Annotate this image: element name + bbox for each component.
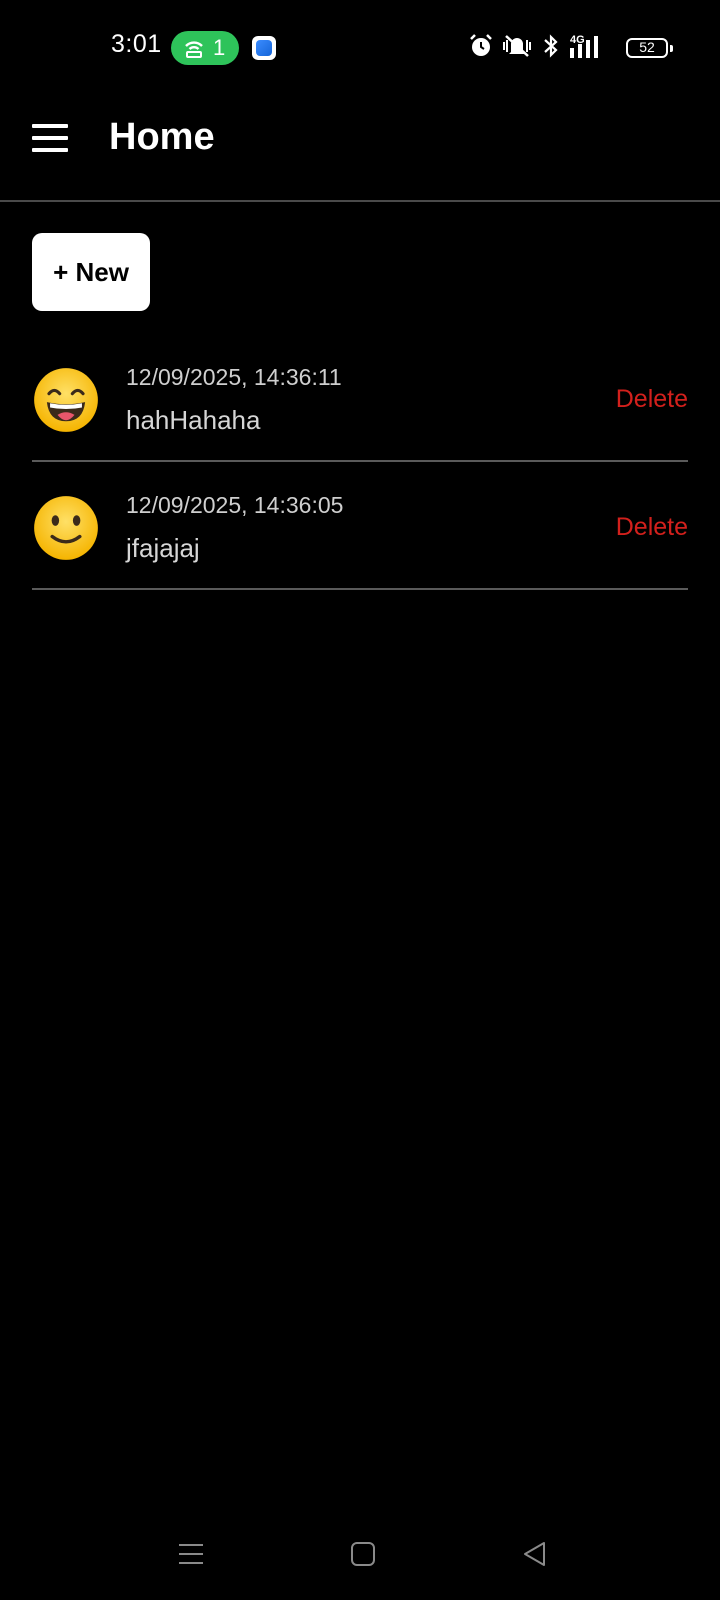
signal-icon: 4G — [570, 34, 598, 58]
app-notification-icon — [252, 36, 276, 60]
hotspot-count: 1 — [213, 35, 226, 60]
alarm-icon — [470, 34, 492, 56]
battery-icon: 52 — [626, 38, 673, 58]
home-icon[interactable] — [349, 1540, 377, 1568]
status-icons: 4G 52 — [468, 32, 673, 64]
vibrate-icon — [503, 35, 531, 57]
delete-button[interactable]: Delete — [616, 385, 688, 414]
entry-timestamp: 12/09/2025, 14:36:05 — [126, 492, 344, 518]
status-time: 3:01 — [111, 30, 162, 58]
battery-level: 52 — [639, 39, 655, 55]
entry-list: 12/09/2025, 14:36:11 hahHahaha Delete 12… — [32, 334, 688, 590]
slightly-smiling-face-icon — [34, 496, 98, 560]
list-item[interactable]: 12/09/2025, 14:36:11 hahHahaha Delete — [32, 334, 688, 462]
bluetooth-icon — [544, 34, 558, 58]
entry-timestamp: 12/09/2025, 14:36:11 — [126, 364, 342, 390]
network-type: 4G — [570, 34, 585, 46]
grinning-face-icon — [34, 368, 98, 432]
status-bar: 3:01 1 4G 52 — [0, 0, 720, 96]
recents-icon[interactable] — [177, 1540, 205, 1568]
hotspot-indicator[interactable]: 1 — [171, 31, 239, 65]
new-entry-button[interactable]: + New — [32, 233, 150, 311]
back-icon[interactable] — [521, 1540, 549, 1568]
entry-text: jfajajaj — [126, 533, 200, 563]
list-item[interactable]: 12/09/2025, 14:36:05 jfajajaj Delete — [32, 462, 688, 590]
delete-button[interactable]: Delete — [616, 513, 688, 542]
hotspot-icon — [185, 41, 203, 58]
page-title: Home — [109, 116, 215, 158]
app-bar: Home — [0, 96, 720, 202]
system-nav-bar — [0, 1520, 720, 1600]
entry-text: hahHahaha — [126, 405, 261, 435]
hamburger-menu-icon[interactable] — [32, 124, 70, 154]
